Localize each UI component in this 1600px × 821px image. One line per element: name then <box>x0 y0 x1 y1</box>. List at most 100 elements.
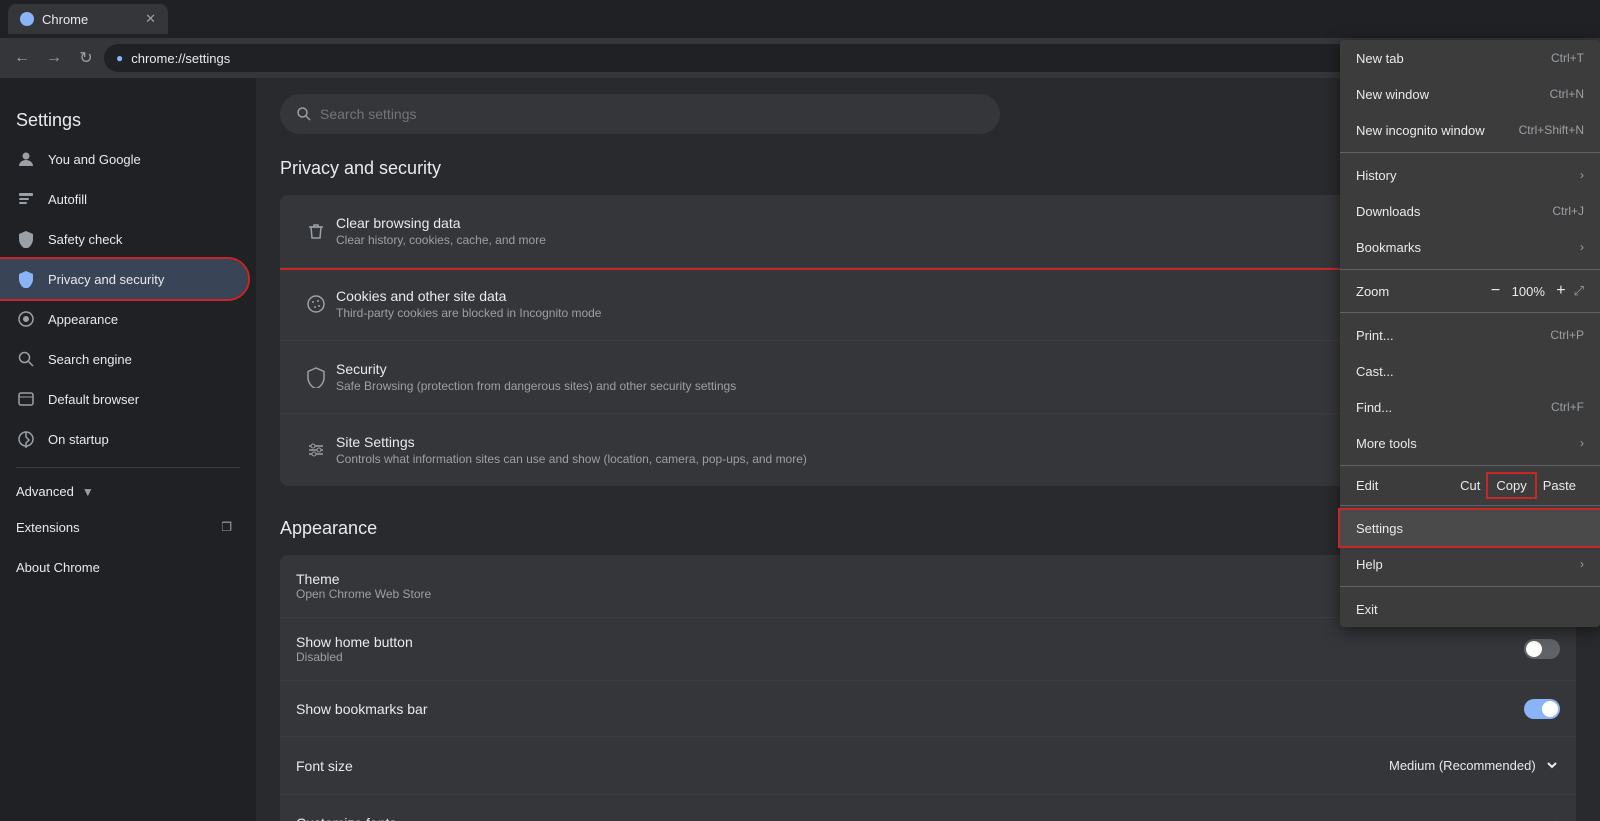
advanced-chevron-icon: ▼ <box>82 485 94 499</box>
bookmarks-arrow-icon: › <box>1580 240 1584 254</box>
sidebar-item-safety-check[interactable]: Safety check <box>0 219 248 259</box>
sidebar-divider <box>16 467 240 468</box>
main-content: Settings You and Google Autofill Safety … <box>0 78 1600 821</box>
sidebar-label-appearance: Appearance <box>48 312 118 327</box>
zoom-in-button[interactable]: + <box>1556 282 1565 300</box>
sidebar-label-search-engine: Search engine <box>48 352 132 367</box>
bookmarks-bar-title: Show bookmarks bar <box>296 701 1524 717</box>
home-button-toggle[interactable] <box>1524 639 1560 659</box>
tab-close-button[interactable]: ✕ <box>145 11 156 27</box>
zoom-value-display: 100% <box>1508 284 1548 299</box>
reload-button[interactable]: ↻ <box>72 44 100 72</box>
active-tab[interactable]: Chrome ✕ <box>8 4 168 34</box>
sidebar-item-about-chrome[interactable]: About Chrome <box>0 547 248 587</box>
menu-divider-5 <box>1340 505 1600 506</box>
settings-item-font-size[interactable]: Font size Medium (Recommended) Small Lar… <box>280 737 1576 795</box>
more-tools-arrow-icon: › <box>1580 436 1584 450</box>
menu-item-new-tab[interactable]: New tab Ctrl+T <box>1340 40 1600 76</box>
menu-item-more-tools[interactable]: More tools › <box>1340 425 1600 461</box>
sidebar-item-autofill[interactable]: Autofill <box>0 179 248 219</box>
forward-button[interactable]: → <box>40 44 68 72</box>
sidebar: Settings You and Google Autofill Safety … <box>0 78 256 821</box>
bookmarks-bar-content: Show bookmarks bar <box>296 701 1524 717</box>
home-button-desc: Disabled <box>296 650 1524 664</box>
menu-divider-1 <box>1340 152 1600 153</box>
history-arrow-icon: › <box>1580 168 1584 182</box>
sidebar-item-default-browser[interactable]: Default browser <box>0 379 248 419</box>
home-button-title: Show home button <box>296 634 1524 650</box>
sidebar-label-privacy: Privacy and security <box>48 272 164 287</box>
search-bar[interactable] <box>280 94 1000 134</box>
menu-item-help[interactable]: Help › <box>1340 546 1600 582</box>
new-window-shortcut: Ctrl+N <box>1550 87 1584 101</box>
address-text: chrome://settings <box>131 51 230 66</box>
tab-title: Chrome <box>42 12 88 27</box>
menu-item-downloads[interactable]: Downloads Ctrl+J <box>1340 193 1600 229</box>
zoom-controls: − 100% + ⤢ <box>1491 282 1584 300</box>
settings-item-show-bookmarks-bar[interactable]: Show bookmarks bar <box>280 681 1576 737</box>
extensions-external-icon: ❐ <box>221 520 232 534</box>
sidebar-label-about-chrome: About Chrome <box>16 560 100 575</box>
settings-item-show-home-button[interactable]: Show home button Disabled <box>280 618 1576 681</box>
customize-fonts-title: Customize fonts <box>296 815 1556 821</box>
sidebar-label-safety-check: Safety check <box>48 232 122 247</box>
cookie-icon <box>296 284 336 324</box>
history-label: History <box>1356 168 1396 183</box>
new-tab-label: New tab <box>1356 51 1404 66</box>
edit-label: Edit <box>1356 474 1452 497</box>
sidebar-item-search-engine[interactable]: Search engine <box>0 339 248 379</box>
zoom-fullscreen-icon[interactable]: ⤢ <box>1574 283 1584 299</box>
back-button[interactable]: ← <box>8 44 36 72</box>
settings-title: Settings <box>0 94 256 139</box>
menu-item-print[interactable]: Print... Ctrl+P <box>1340 317 1600 353</box>
help-arrow-icon: › <box>1580 557 1584 571</box>
menu-item-bookmarks[interactable]: Bookmarks › <box>1340 229 1600 265</box>
autofill-icon <box>16 189 36 209</box>
menu-item-find[interactable]: Find... Ctrl+F <box>1340 389 1600 425</box>
bookmarks-label: Bookmarks <box>1356 240 1421 255</box>
security-icon <box>296 357 336 397</box>
customize-fonts-content: Customize fonts <box>296 815 1556 821</box>
sidebar-item-privacy-and-security[interactable]: Privacy and security <box>0 259 248 299</box>
new-window-label: New window <box>1356 87 1429 102</box>
font-size-action: Medium (Recommended) Small Large Very La… <box>1377 753 1560 778</box>
sidebar-label-default-browser: Default browser <box>48 392 139 407</box>
person-icon <box>16 149 36 169</box>
menu-divider-3 <box>1340 312 1600 313</box>
settings-menu-label: Settings <box>1356 521 1403 536</box>
more-tools-label: More tools <box>1356 436 1417 451</box>
site-settings-icon <box>296 430 336 470</box>
sidebar-item-you-and-google[interactable]: You and Google <box>0 139 248 179</box>
paste-button[interactable]: Paste <box>1535 474 1584 497</box>
address-lock-icon: ● <box>116 51 123 65</box>
address-bar[interactable]: ● chrome://settings <box>104 44 1464 72</box>
cast-label: Cast... <box>1356 364 1394 379</box>
sidebar-item-appearance[interactable]: Appearance <box>0 299 248 339</box>
sidebar-item-advanced[interactable]: Advanced ▼ <box>0 476 256 507</box>
menu-item-history[interactable]: History › <box>1340 157 1600 193</box>
on-startup-icon <box>16 429 36 449</box>
find-shortcut: Ctrl+F <box>1551 400 1584 414</box>
menu-zoom-group: Zoom − 100% + ⤢ <box>1340 274 1600 308</box>
sidebar-item-on-startup[interactable]: On startup <box>0 419 248 459</box>
sidebar-item-extensions[interactable]: Extensions ❐ <box>0 507 248 547</box>
menu-item-new-incognito-window[interactable]: New incognito window Ctrl+Shift+N <box>1340 112 1600 148</box>
bookmarks-bar-toggle[interactable] <box>1524 699 1560 719</box>
search-input[interactable] <box>320 106 984 122</box>
menu-item-exit[interactable]: Exit <box>1340 591 1600 627</box>
exit-label: Exit <box>1356 602 1378 617</box>
default-browser-icon <box>16 389 36 409</box>
find-label: Find... <box>1356 400 1392 415</box>
settings-item-customize-fonts[interactable]: Customize fonts › <box>280 795 1576 821</box>
zoom-out-button[interactable]: − <box>1491 282 1500 300</box>
copy-button[interactable]: Copy <box>1488 474 1534 497</box>
appearance-icon <box>16 309 36 329</box>
font-size-title: Font size <box>296 758 1377 774</box>
font-size-dropdown[interactable]: Medium (Recommended) Small Large Very La… <box>1377 753 1560 778</box>
sidebar-label-you-and-google: You and Google <box>48 152 141 167</box>
edit-actions: Cut Copy Paste <box>1452 474 1584 497</box>
menu-item-settings[interactable]: Settings <box>1340 510 1600 546</box>
menu-item-new-window[interactable]: New window Ctrl+N <box>1340 76 1600 112</box>
menu-item-cast[interactable]: Cast... <box>1340 353 1600 389</box>
cut-button[interactable]: Cut <box>1452 474 1488 497</box>
